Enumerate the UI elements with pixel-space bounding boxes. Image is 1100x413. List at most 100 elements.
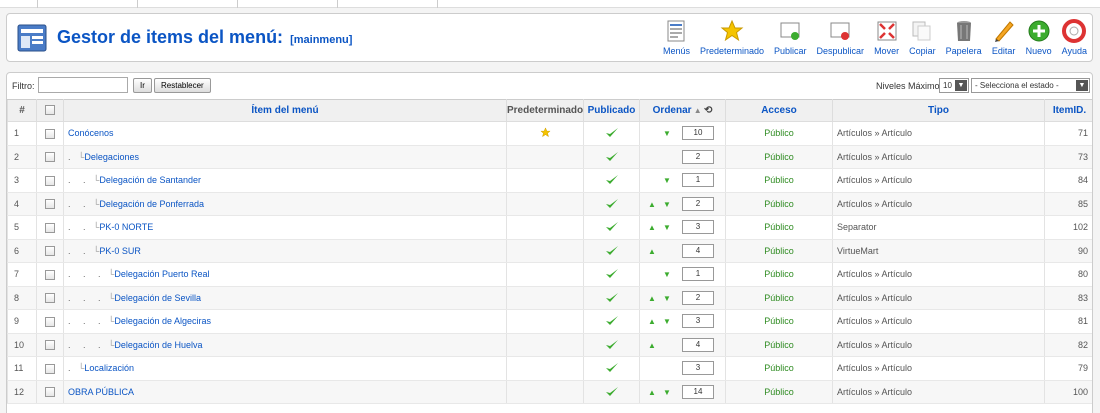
- access-link[interactable]: Público: [725, 192, 833, 216]
- order-input[interactable]: 3: [682, 314, 714, 328]
- go-button[interactable]: Ir: [133, 78, 152, 93]
- published-toggle[interactable]: [583, 192, 640, 216]
- order-down-icon[interactable]: ▼: [663, 294, 671, 303]
- order-up-icon[interactable]: ▲: [648, 247, 656, 256]
- row-checkbox[interactable]: [45, 246, 55, 257]
- published-toggle[interactable]: [583, 356, 640, 381]
- access-link[interactable]: Público: [725, 356, 833, 381]
- toolbar-publish-button[interactable]: Publicar: [769, 19, 812, 56]
- row-checkbox[interactable]: [45, 152, 55, 163]
- save-order-icon[interactable]: ⟲: [704, 105, 712, 116]
- order-up-icon[interactable]: ▲: [648, 294, 656, 303]
- published-toggle[interactable]: [583, 380, 640, 404]
- col-itemid[interactable]: ItemID.: [1044, 99, 1092, 122]
- order-input[interactable]: 2: [682, 196, 714, 211]
- published-toggle[interactable]: [583, 239, 640, 263]
- order-down-icon[interactable]: ▼: [663, 388, 671, 397]
- row-checkbox[interactable]: [45, 293, 55, 304]
- row-checkbox[interactable]: [45, 387, 55, 398]
- order-up-icon[interactable]: ▲: [648, 388, 656, 397]
- order-up-icon[interactable]: ▲: [648, 223, 656, 232]
- published-toggle[interactable]: [583, 309, 640, 334]
- row-checkbox[interactable]: [45, 128, 55, 139]
- item-name-link[interactable]: Delegación de Santander: [99, 175, 201, 185]
- access-link[interactable]: Público: [725, 239, 833, 263]
- order-down-icon[interactable]: ▼: [663, 317, 671, 326]
- order-input[interactable]: 3: [682, 361, 714, 375]
- select-all-checkbox[interactable]: [45, 105, 55, 116]
- order-up-icon[interactable]: ▲: [648, 341, 656, 350]
- order-input[interactable]: 1: [682, 173, 714, 187]
- item-name-link[interactable]: OBRA PÚBLICA: [68, 387, 134, 397]
- order-up-icon[interactable]: ▲: [648, 317, 656, 326]
- col-published[interactable]: Publicado: [583, 99, 640, 122]
- order-input[interactable]: 4: [682, 337, 714, 352]
- item-name-link[interactable]: Delegación de Sevilla: [114, 293, 201, 303]
- row-checkbox[interactable]: [45, 199, 55, 210]
- toolbar-trash-button[interactable]: Papelera: [941, 19, 987, 56]
- toolbar-menus-button[interactable]: Menús: [658, 19, 695, 56]
- item-name-link[interactable]: Delegación Puerto Real: [114, 269, 209, 279]
- levels-select[interactable]: 10 ▼: [939, 78, 969, 93]
- published-toggle[interactable]: [583, 333, 640, 357]
- order-up-icon[interactable]: ▲: [648, 200, 656, 209]
- published-toggle[interactable]: [583, 145, 640, 169]
- order-input[interactable]: 4: [682, 243, 714, 258]
- order-input[interactable]: 2: [682, 149, 714, 164]
- order-down-icon[interactable]: ▼: [663, 270, 671, 279]
- published-toggle[interactable]: [583, 215, 640, 240]
- col-order[interactable]: Ordenar ▲ ⟲: [639, 99, 726, 122]
- reset-button[interactable]: Restablecer: [154, 78, 211, 93]
- item-name-link[interactable]: Conócenos: [68, 128, 114, 138]
- order-input[interactable]: 3: [682, 220, 714, 234]
- row-checkbox[interactable]: [45, 363, 55, 374]
- row-checkbox[interactable]: [45, 340, 55, 351]
- item-name-link[interactable]: Localización: [84, 363, 134, 373]
- published-toggle[interactable]: [583, 121, 640, 146]
- toolbar-help-button[interactable]: Ayuda: [1057, 19, 1092, 56]
- col-item[interactable]: Ítem del menú: [63, 99, 507, 122]
- order-input[interactable]: 2: [682, 290, 714, 305]
- item-name-link[interactable]: Delegación de Algeciras: [114, 316, 211, 326]
- filter-input[interactable]: [38, 77, 128, 93]
- published-toggle[interactable]: [583, 286, 640, 310]
- access-link[interactable]: Público: [725, 168, 833, 193]
- access-link[interactable]: Público: [725, 286, 833, 310]
- item-name-link[interactable]: PK-0 SUR: [99, 246, 141, 256]
- access-link[interactable]: Público: [725, 121, 833, 146]
- col-type[interactable]: Tipo: [832, 99, 1045, 122]
- access-link[interactable]: Público: [725, 215, 833, 240]
- published-toggle[interactable]: [583, 168, 640, 193]
- row-checkbox[interactable]: [45, 269, 55, 280]
- toolbar-unpublish-button[interactable]: Despublicar: [812, 19, 870, 56]
- order-down-icon[interactable]: ▼: [663, 176, 671, 185]
- row-checkbox[interactable]: [45, 175, 55, 186]
- access-link[interactable]: Público: [725, 333, 833, 357]
- state-select[interactable]: - Selecciona el estado - ▼: [971, 78, 1090, 93]
- order-down-icon[interactable]: ▼: [663, 129, 671, 138]
- item-name-link[interactable]: Delegaciones: [84, 152, 139, 162]
- toolbar-copy-button[interactable]: Copiar: [904, 19, 941, 56]
- toolbar-new-button[interactable]: Nuevo: [1021, 19, 1057, 56]
- item-name-link[interactable]: PK-0 NORTE: [99, 222, 153, 232]
- access-link[interactable]: Público: [725, 145, 833, 169]
- row-checkbox[interactable]: [45, 316, 55, 327]
- order-down-icon[interactable]: ▼: [663, 223, 671, 232]
- default-star-icon[interactable]: [539, 127, 551, 138]
- order-input[interactable]: 14: [682, 384, 714, 399]
- col-access[interactable]: Acceso: [725, 99, 833, 122]
- order-input[interactable]: 1: [682, 267, 714, 281]
- row-checkbox[interactable]: [45, 222, 55, 233]
- col-default[interactable]: Predeterminado: [506, 99, 584, 122]
- published-toggle[interactable]: [583, 262, 640, 287]
- item-name-link[interactable]: Delegación de Huelva: [114, 340, 202, 350]
- order-down-icon[interactable]: ▼: [663, 200, 671, 209]
- toolbar-default-star-button[interactable]: Predeterminado: [695, 19, 769, 56]
- item-name-link[interactable]: Delegación de Ponferrada: [99, 199, 204, 209]
- order-input[interactable]: 10: [682, 126, 714, 140]
- access-link[interactable]: Público: [725, 309, 833, 334]
- toolbar-edit-button[interactable]: Editar: [987, 19, 1021, 56]
- toolbar-move-button[interactable]: Mover: [869, 19, 904, 56]
- access-link[interactable]: Público: [725, 262, 833, 287]
- access-link[interactable]: Público: [725, 380, 833, 404]
